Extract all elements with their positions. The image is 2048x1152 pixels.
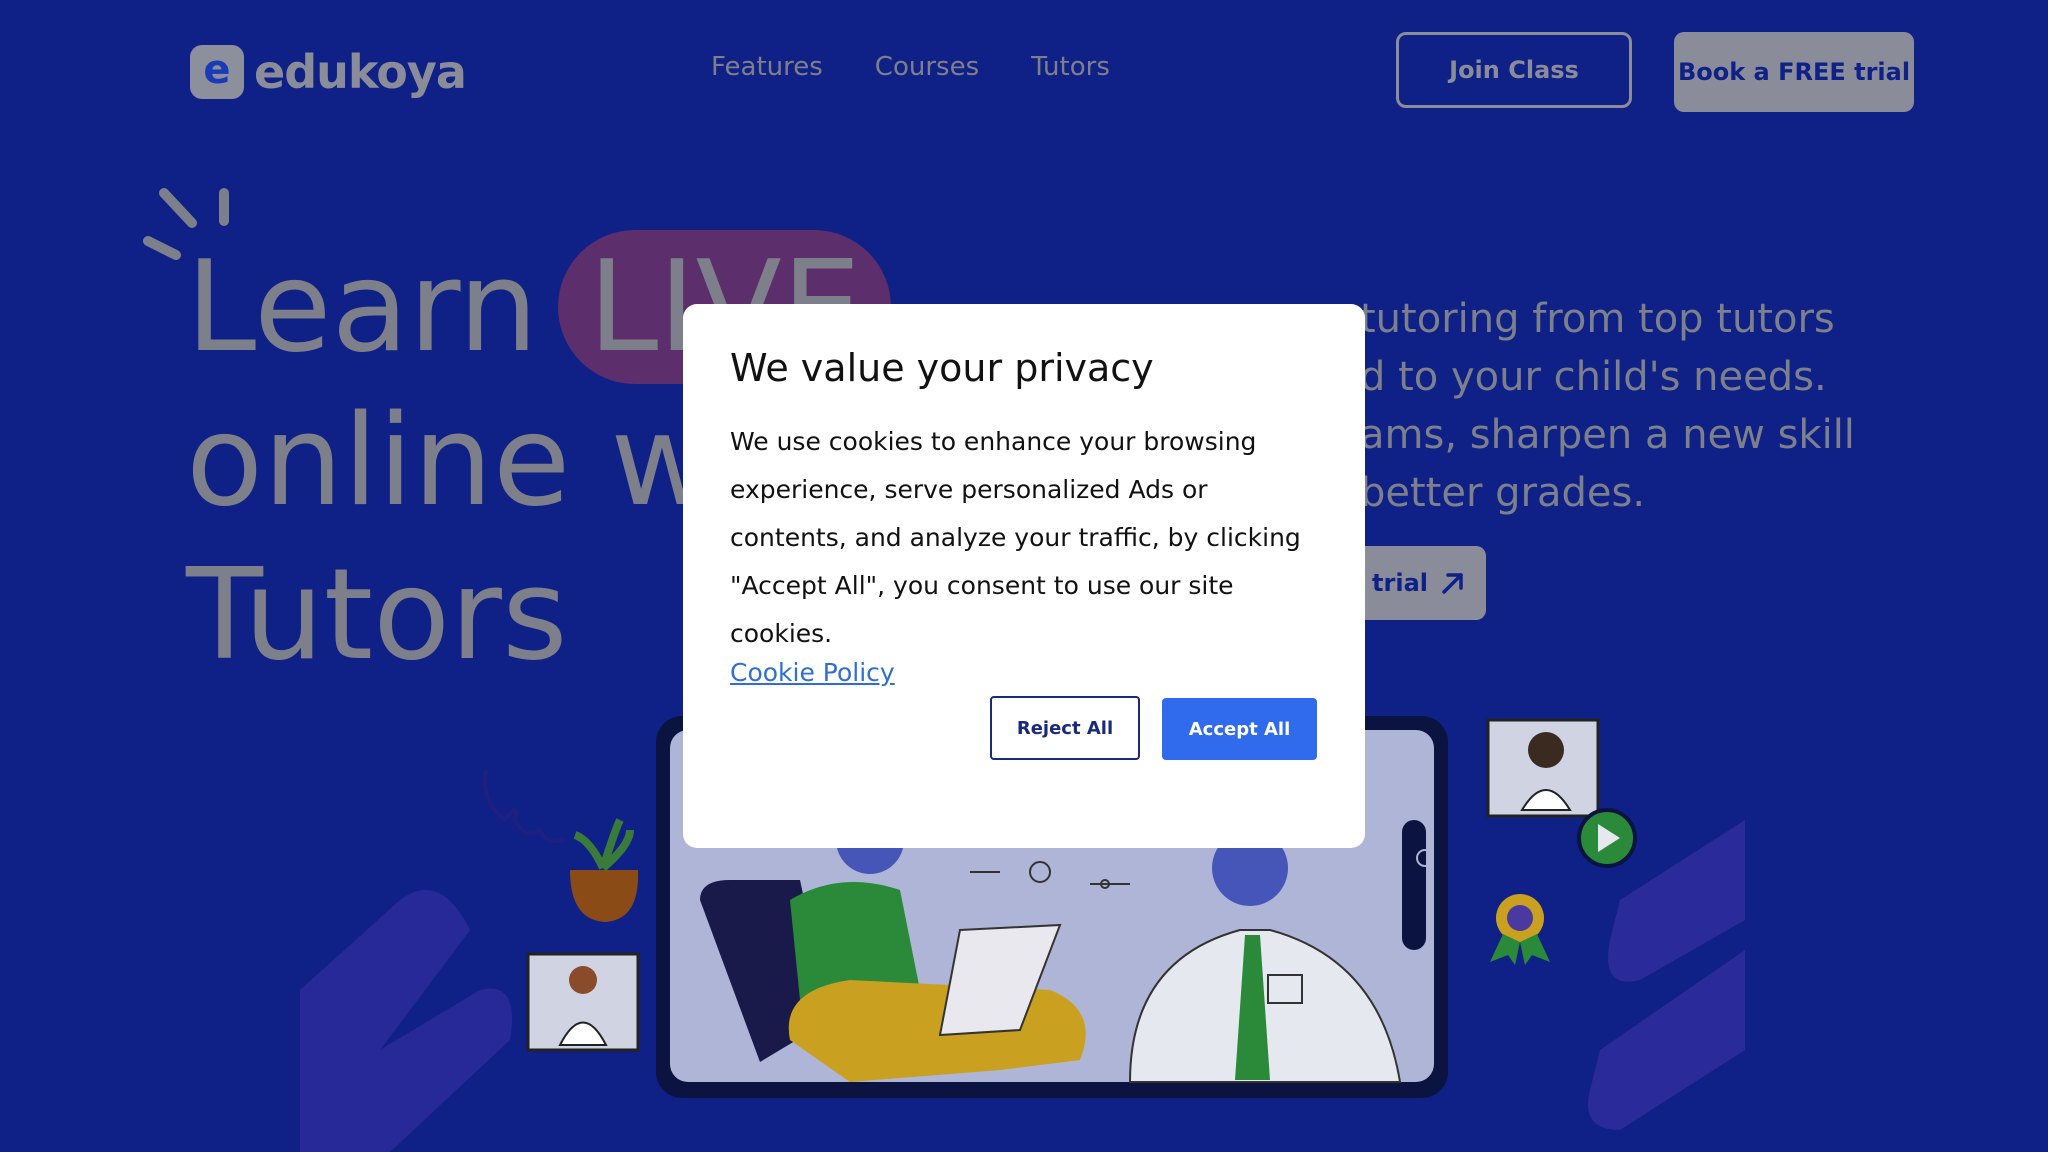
reject-all-button[interactable]: Reject All bbox=[990, 696, 1140, 760]
cookie-dialog-title: We value your privacy bbox=[730, 346, 1154, 390]
cookie-consent-dialog: We value your privacy We use cookies to … bbox=[683, 304, 1365, 848]
accept-all-button[interactable]: Accept All bbox=[1162, 698, 1317, 760]
cookie-dialog-actions: Reject All Accept All bbox=[990, 696, 1317, 760]
cookie-policy-link[interactable]: Cookie Policy bbox=[730, 658, 895, 687]
page-background: e edukoya Features Courses Tutors Join C… bbox=[0, 0, 2048, 1152]
cookie-dialog-body: We use cookies to enhance your browsing … bbox=[730, 427, 1301, 648]
